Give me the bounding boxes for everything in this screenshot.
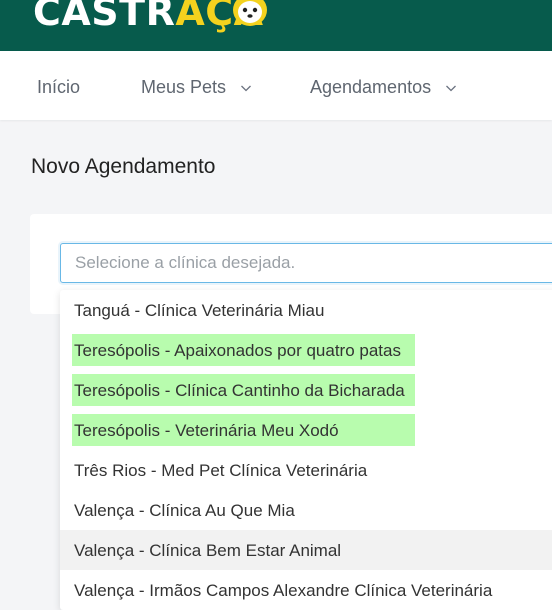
clinic-option-label: Três Rios - Med Pet Clínica Veterinária [74, 461, 368, 480]
clinic-option-label: Valença - Irmãos Campos Alexandre Clínic… [74, 581, 493, 600]
logo-text-part1: CASTR [33, 0, 176, 34]
nav-item-meus-pets[interactable]: Meus Pets [141, 77, 252, 98]
search-match-highlight: Teresópolis - Apaixonados por quatro pat… [72, 334, 415, 366]
clinic-option[interactable]: Tanguá - Clínica Veterinária Miau [60, 290, 552, 330]
clinic-option-label: Tanguá - Clínica Veterinária Miau [74, 301, 325, 320]
clinic-option[interactable]: Três Rios - Med Pet Clínica Veterinária [60, 450, 552, 490]
clinic-option-label: Teresópolis - Veterinária Meu Xodó [74, 421, 339, 440]
nav-item-label: Início [37, 77, 81, 97]
clinic-option-label: Valença - Clínica Au Que Mia [74, 501, 295, 520]
chevron-down-icon [446, 85, 457, 91]
app-header: CASTRAÇA [0, 0, 552, 51]
clinic-option[interactable]: Teresópolis - Veterinária Meu Xodó [60, 410, 552, 450]
clinic-option[interactable]: Teresópolis - Clínica Cantinho da Bichar… [60, 370, 552, 410]
main-nav: Início Meus Pets Agendamentos [0, 51, 552, 120]
nav-item-inicio[interactable]: Início [37, 77, 80, 98]
clinic-option-label: Valença - Clínica Bem Estar Animal [74, 541, 342, 560]
clinic-dropdown: Tanguá - Clínica Veterinária Miau Teresó… [60, 290, 552, 610]
clinic-option[interactable]: Teresópolis - Apaixonados por quatro pat… [60, 330, 552, 370]
clinic-option-label: Teresópolis - Apaixonados por quatro pat… [74, 341, 401, 360]
clinic-select[interactable] [60, 243, 552, 283]
clinic-option[interactable]: Valença - Irmãos Campos Alexandre Clínic… [60, 570, 552, 610]
clinic-option-label: Teresópolis - Clínica Cantinho da Bichar… [74, 381, 405, 400]
clinic-option[interactable]: Valença - Clínica Bem Estar Animal [60, 530, 552, 570]
clinic-option[interactable]: Valença - Clínica Au Que Mia [60, 490, 552, 530]
search-match-highlight: Teresópolis - Veterinária Meu Xodó [72, 414, 415, 446]
chevron-down-icon [241, 85, 252, 91]
search-match-highlight: Teresópolis - Clínica Cantinho da Bichar… [72, 374, 415, 406]
nav-item-agendamentos[interactable]: Agendamentos [310, 77, 457, 98]
page-title: Novo Agendamento [31, 155, 216, 178]
clinic-search-input[interactable] [61, 244, 552, 282]
dog-cat-mascot-icon [233, 0, 267, 26]
nav-item-label: Agendamentos [310, 77, 432, 97]
nav-item-label: Meus Pets [141, 77, 227, 97]
